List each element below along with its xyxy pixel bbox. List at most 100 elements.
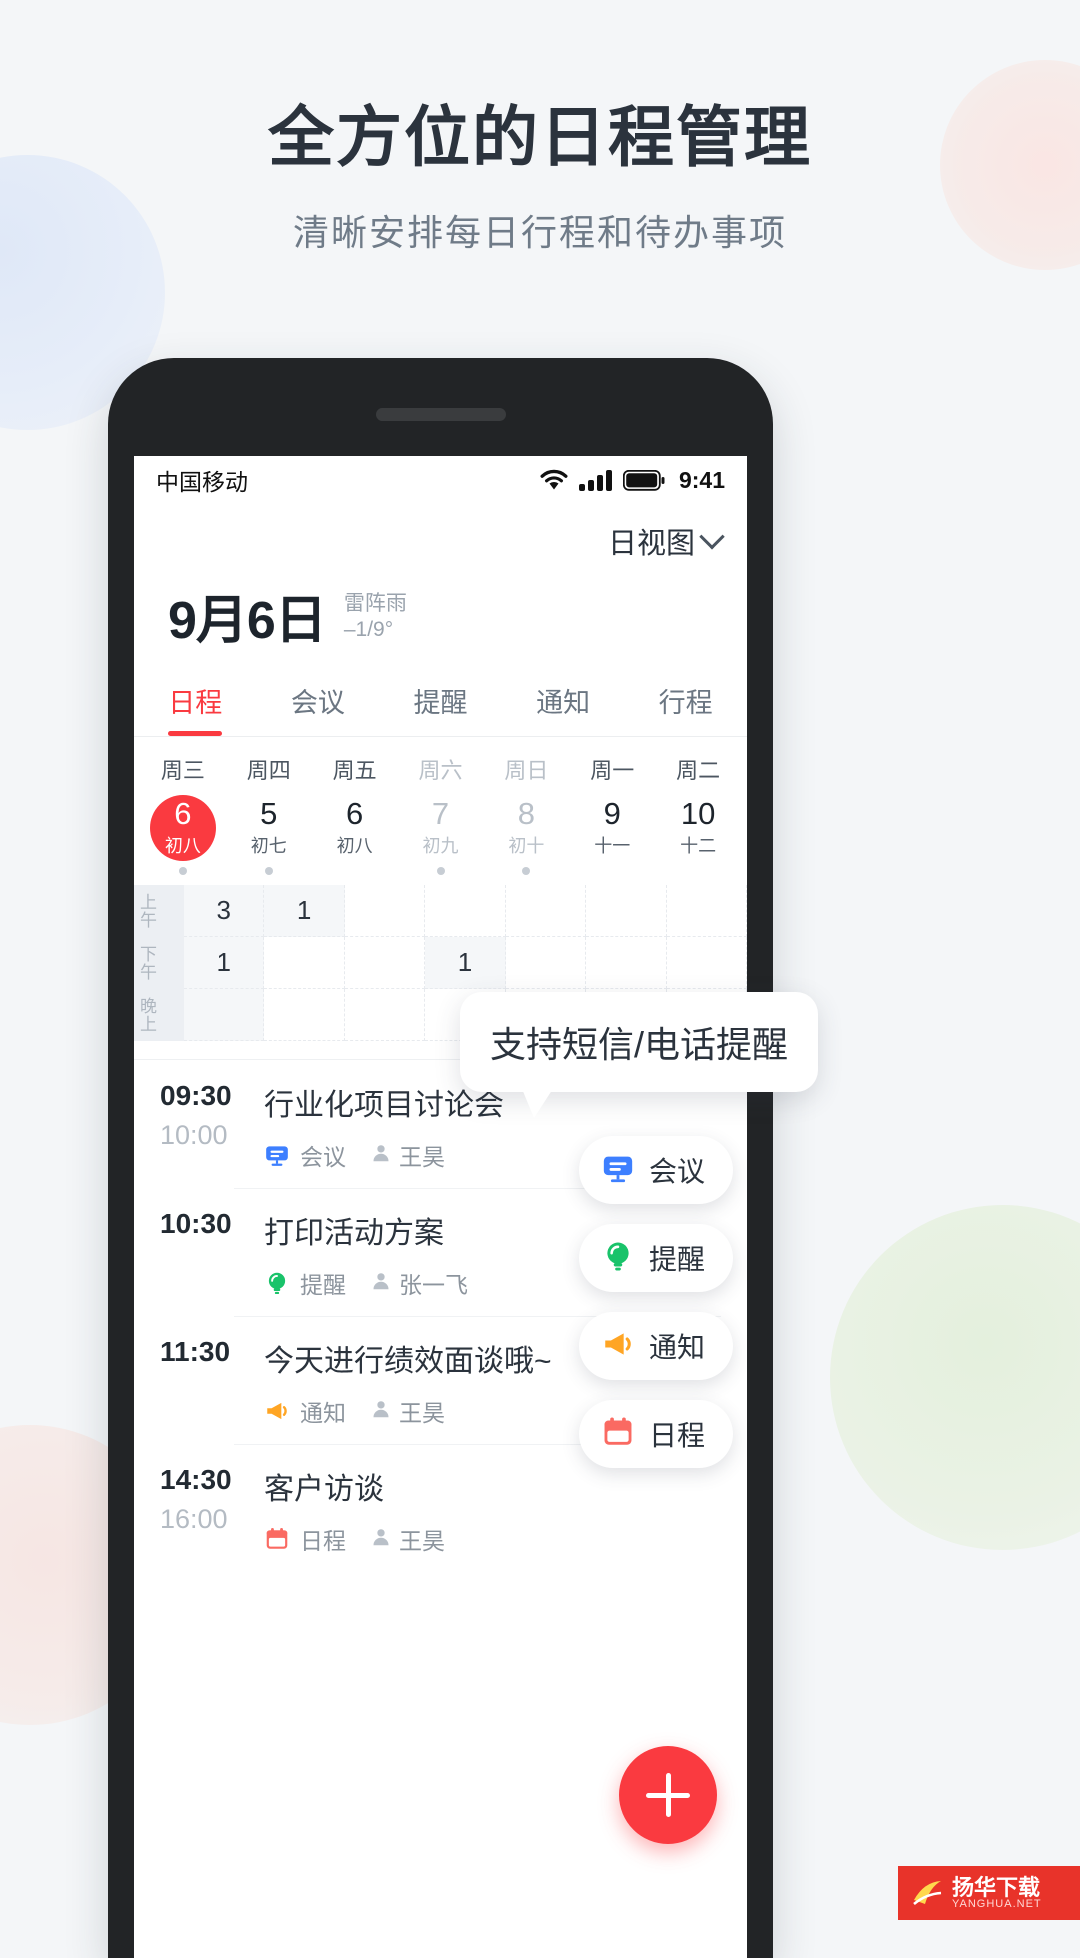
week-day-6[interactable]: 周三 6 初八: [140, 753, 226, 875]
grid-cell[interactable]: [666, 937, 747, 989]
grid-cell[interactable]: [586, 885, 667, 937]
grid-cell[interactable]: [184, 989, 265, 1041]
view-switch-label: 日视图: [607, 528, 695, 560]
chip-label: 通知: [648, 1332, 705, 1363]
period-label-晚上: 晚上: [137, 997, 156, 1033]
quick-create-chip-会议[interactable]: 会议: [578, 1136, 733, 1204]
event-person-name: 王昊: [399, 1528, 445, 1554]
phone-speaker: [375, 408, 506, 421]
period-label-上午: 上午: [137, 893, 156, 929]
current-date[interactable]: 9月6日: [168, 578, 327, 653]
grid-cell[interactable]: 1: [425, 937, 506, 989]
tab-提醒[interactable]: 提醒: [379, 681, 502, 736]
event-time: 10:30: [160, 1208, 256, 1300]
page-subtitle: 清晰安排每日行程和待办事项: [292, 212, 787, 253]
week-day-7[interactable]: 周六 7 初九: [398, 753, 484, 875]
watermark-subtitle: YANGHUA.NET: [952, 1897, 1042, 1910]
status-bar-icons: 9:41: [539, 467, 725, 494]
week-day-8[interactable]: 周日 8 初十: [483, 753, 569, 875]
week-day-9[interactable]: 周一 9 十一: [569, 753, 655, 875]
day-badge: 9 十一: [579, 795, 645, 861]
tooltip-bubble: 支持短信/电话提醒: [460, 992, 819, 1092]
event-time: 14:30 16:00: [160, 1464, 256, 1556]
tooltip-tail: [520, 1084, 556, 1118]
watermark-logo-icon: [908, 1874, 946, 1912]
day-lunar-label: 十二: [680, 836, 717, 857]
bulb-icon: [264, 1270, 290, 1296]
phone-screen: 中国移动 9:41 日视图 9月6日 雷阵雨 –1/9° 日程 会议 提醒 通知…: [134, 456, 747, 1958]
grid-cell[interactable]: [344, 989, 426, 1041]
tab-label: 会议: [290, 688, 345, 718]
calendar-icon: [264, 1526, 290, 1552]
tab-日程[interactable]: 日程: [134, 681, 257, 736]
phone-mockup: 中国移动 9:41 日视图 9月6日 雷阵雨 –1/9° 日程 会议 提醒 通知…: [108, 358, 773, 1958]
tab-行程[interactable]: 行程: [624, 681, 747, 736]
event-time: 11:30: [160, 1336, 256, 1428]
grid-cell[interactable]: [264, 937, 345, 989]
day-number: 6: [174, 795, 192, 831]
quick-create-chip-提醒[interactable]: 提醒: [578, 1224, 733, 1292]
quick-create-chip-通知[interactable]: 通知: [578, 1312, 733, 1380]
event-end-time: 16:00: [160, 1504, 228, 1534]
week-day-6[interactable]: 周五 6 初八: [312, 753, 398, 875]
grid-cell[interactable]: [505, 937, 587, 989]
grid-cell[interactable]: [586, 937, 667, 989]
grid-cell[interactable]: [344, 885, 426, 937]
grid-cell[interactable]: 3: [184, 885, 265, 937]
watermark: 扬华下载 YANGHUA.NET: [898, 1866, 1080, 1920]
day-badge: 6 初八: [322, 795, 388, 861]
tab-label: 日程: [168, 688, 223, 718]
decorative-blob-bottom-right: [830, 1205, 1080, 1550]
tab-通知[interactable]: 通知: [502, 681, 625, 736]
period-label-下午: 下午: [137, 945, 156, 981]
grid-cell[interactable]: [666, 885, 747, 937]
date-header: 9月6日 雷阵雨 –1/9°: [134, 562, 747, 653]
grid-cell[interactable]: 1: [264, 885, 345, 937]
day-number: 9: [603, 795, 621, 831]
event-tag-label: 通知: [300, 1400, 346, 1426]
grid-cell[interactable]: [505, 885, 587, 937]
event-person: 王昊: [370, 1522, 445, 1556]
plus-icon-vertical: [665, 1773, 671, 1817]
week-day-10[interactable]: 周二 10 十二: [655, 753, 741, 875]
day-lunar-label: 初十: [508, 836, 545, 857]
tab-bar: 日程 会议 提醒 通知 行程: [134, 681, 747, 737]
day-lunar-label: 初八: [164, 836, 201, 857]
day-weekday-label: 周五: [332, 758, 377, 783]
person-icon: [370, 1270, 392, 1297]
view-switch-button[interactable]: 日视图: [134, 504, 747, 562]
watermark-text: 扬华下载 YANGHUA.NET: [952, 1876, 1042, 1911]
weather-description: 雷阵雨: [343, 591, 407, 615]
hero-section: 全方位的日程管理 清晰安排每日行程和待办事项: [0, 104, 1080, 256]
clock-label: 9:41: [678, 466, 725, 493]
event-person-name: 王昊: [399, 1144, 445, 1170]
quick-create-chip-日程[interactable]: 日程: [578, 1400, 733, 1468]
day-badge: 6 初八: [149, 795, 216, 861]
grid-cell[interactable]: [425, 885, 506, 937]
grid-cell[interactable]: 1: [184, 937, 265, 989]
calendar-icon: [601, 1415, 635, 1454]
grid-cell[interactable]: [344, 937, 426, 989]
chevron-down-icon: [699, 524, 725, 550]
day-number: 10: [680, 795, 716, 831]
chip-label: 日程: [648, 1420, 705, 1451]
person-icon: [370, 1142, 392, 1169]
status-bar: 中国移动 9:41: [134, 456, 747, 504]
weather-temperature: –1/9°: [343, 617, 394, 641]
grid-cell[interactable]: [264, 989, 345, 1041]
tab-会议[interactable]: 会议: [257, 681, 380, 736]
week-day-5[interactable]: 周四 5 初七: [226, 753, 312, 875]
event-title: 客户访谈: [264, 1473, 384, 1506]
event-tag-label: 日程: [300, 1528, 346, 1554]
watermark-title: 扬华下载: [952, 1874, 1041, 1900]
event-start-time: 10:30: [160, 1208, 232, 1239]
add-button[interactable]: [619, 1746, 717, 1844]
event-start-time: 14:30: [160, 1464, 232, 1495]
event-meta: 日程 王昊: [264, 1522, 721, 1556]
day-number: 6: [346, 795, 364, 831]
week-strip: 周三 6 初八 周四 5 初七 周五 6 初八 周六 7 初九 周日 8 初十 …: [134, 737, 747, 875]
day-weekday-label: 周六: [418, 758, 463, 783]
day-lunar-label: 十一: [594, 836, 631, 857]
tab-label: 提醒: [413, 688, 468, 718]
chip-label: 会议: [648, 1156, 705, 1187]
